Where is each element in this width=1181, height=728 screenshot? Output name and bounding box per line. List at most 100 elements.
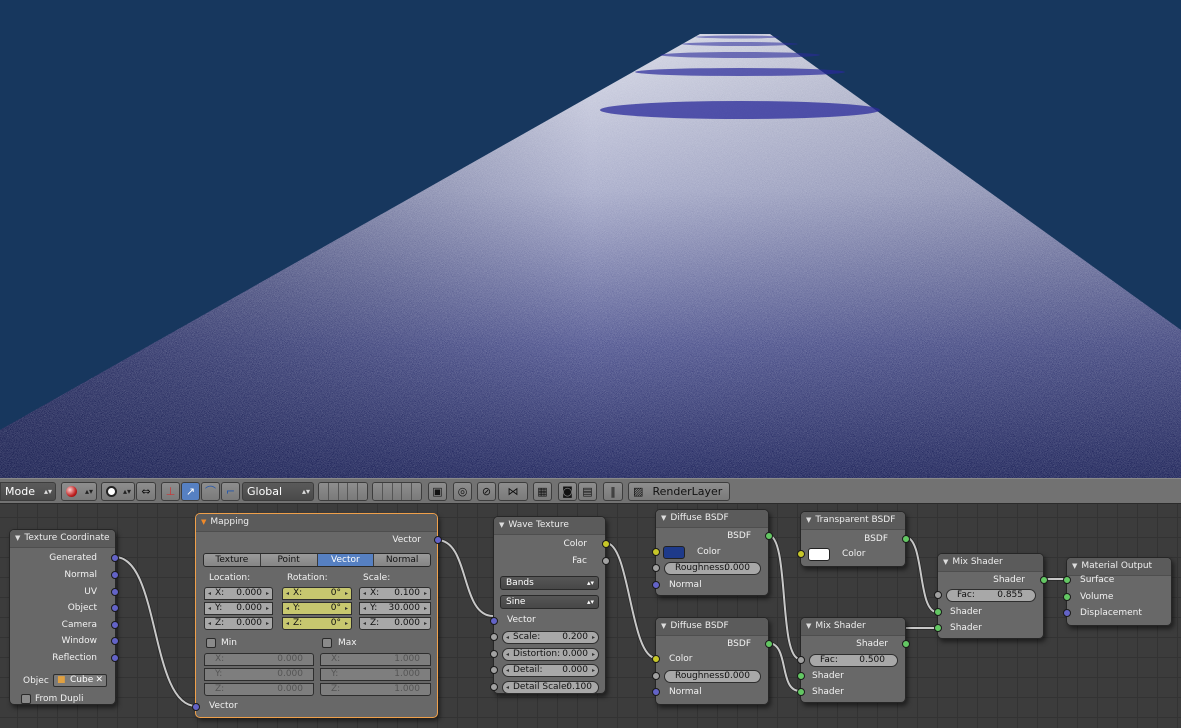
node-transparent-bsdf[interactable]: ▼ Transparent BSDF BSDF Color <box>797 511 910 567</box>
min-y-field[interactable]: Y: 0.000 <box>204 668 314 681</box>
color-swatch[interactable] <box>808 548 830 561</box>
max-y-field[interactable]: Y: 1.000 <box>320 668 431 681</box>
node-header[interactable]: ▼ Wave Texture <box>494 517 605 535</box>
collapse-triangle-icon[interactable]: ▼ <box>201 514 206 531</box>
layer-grid-2[interactable] <box>372 482 422 501</box>
location-y-field[interactable]: ◂ Y: 0.000 ▸ <box>204 602 273 615</box>
socket-generated[interactable] <box>111 554 119 562</box>
lock-layer-button[interactable]: ▣ <box>428 482 447 501</box>
scale-button[interactable]: ⌐ <box>221 482 240 501</box>
node-mix-shader-1[interactable]: ▼ Mix Shader Shader Fac: 0.500 Shader Shad… <box>797 617 910 703</box>
socket-fac-in[interactable] <box>934 591 942 599</box>
roughness-field[interactable]: Roughness: 0.000 <box>664 562 761 575</box>
scale-field[interactable]: ◂ Scale: 0.200 ▸ <box>502 631 599 644</box>
collapse-triangle-icon[interactable]: ▼ <box>1072 558 1077 575</box>
tab-vector[interactable]: Vector <box>317 554 375 566</box>
socket-detail-in[interactable] <box>490 666 498 674</box>
tab-texture[interactable]: Texture <box>204 554 261 566</box>
socket-roughness-in[interactable] <box>652 564 660 572</box>
socket-bsdf-out[interactable] <box>902 535 910 543</box>
collapse-triangle-icon[interactable]: ▼ <box>15 530 20 547</box>
socket-uv[interactable] <box>111 588 119 596</box>
socket-color-in[interactable] <box>652 655 660 663</box>
socket-normal-in[interactable] <box>652 688 660 696</box>
render-layer-select[interactable]: ▨ RenderLayer <box>628 482 730 501</box>
orientation-select[interactable]: Global ▴▾ <box>242 482 314 501</box>
socket-shader-in-1[interactable] <box>797 672 805 680</box>
socket-distortion-in[interactable] <box>490 650 498 658</box>
tab-point[interactable]: Point <box>260 554 318 566</box>
socket-shader-out[interactable] <box>902 640 910 648</box>
rotation-y-field[interactable]: ◂ Y: 0° ▸ <box>282 602 352 615</box>
proportional-edit-button[interactable]: ◎ <box>453 482 472 501</box>
socket-shader-in-2[interactable] <box>934 624 942 632</box>
socket-normal-in[interactable] <box>652 581 660 589</box>
max-checkbox[interactable] <box>322 638 332 648</box>
location-z-field[interactable]: ◂ Z: 0.000 ▸ <box>204 617 273 630</box>
opengl-anim-button[interactable]: ▤ <box>578 482 597 501</box>
min-x-field[interactable]: X: 0.000 <box>204 653 314 666</box>
manipulator-toggle[interactable]: ⇔ <box>136 482 156 501</box>
collapse-triangle-icon[interactable]: ▼ <box>806 512 811 529</box>
object-field[interactable]: ■ Cube ✕ <box>53 674 107 687</box>
socket-fac-in[interactable] <box>797 656 805 664</box>
socket-roughness-in[interactable] <box>652 672 660 680</box>
node-wave-texture[interactable]: ▼ Wave Texture Color Fac Bands ▴▾ Sine ▴▾ V… <box>490 516 610 694</box>
node-header[interactable]: ▼ Mix Shader <box>801 618 905 636</box>
min-z-field[interactable]: Z: 0.000 <box>204 683 314 696</box>
socket-bsdf-out[interactable] <box>765 532 773 540</box>
socket-normal[interactable] <box>111 571 119 579</box>
socket-scale-in[interactable] <box>490 633 498 641</box>
socket-window[interactable] <box>111 637 119 645</box>
viewport-shading-select[interactable]: ▴▾ <box>61 482 97 501</box>
socket-vector-in[interactable] <box>192 703 200 711</box>
mapping-type-tabs[interactable]: Texture Point Vector Normal <box>203 553 431 567</box>
pause-button[interactable]: ‖ <box>603 482 623 501</box>
node-texture-coordinate[interactable]: ▼ Texture Coordinate Generated Normal UV … <box>9 529 119 705</box>
collapse-triangle-icon[interactable]: ▼ <box>499 517 504 534</box>
socket-vector-out[interactable] <box>434 536 442 544</box>
max-z-field[interactable]: Z: 1.000 <box>320 683 431 696</box>
collapse-triangle-icon[interactable]: ▼ <box>806 618 811 635</box>
wave-profile-select[interactable]: Sine ▴▾ <box>500 595 599 609</box>
wave-type-select[interactable]: Bands ▴▾ <box>500 576 599 590</box>
from-dupli-checkbox[interactable] <box>21 694 31 704</box>
socket-shader-out[interactable] <box>1040 576 1048 584</box>
layer-grid-1[interactable] <box>318 482 368 501</box>
min-checkbox[interactable] <box>206 638 216 648</box>
location-x-field[interactable]: ◂ X: 0.000 ▸ <box>204 587 273 600</box>
tab-normal[interactable]: Normal <box>374 554 430 566</box>
node-diffuse-bsdf-1[interactable]: ▼ Diffuse BSDF BSDF Color Roughness: 0.000… <box>652 509 773 596</box>
node-header[interactable]: ▼ Diffuse BSDF <box>656 618 768 636</box>
socket-bsdf-out[interactable] <box>765 640 773 648</box>
rotation-z-field[interactable]: ◂ Z: 0° ▸ <box>282 617 352 630</box>
socket-shader-in-1[interactable] <box>934 608 942 616</box>
socket-color-in[interactable] <box>652 548 660 556</box>
scale-z-field[interactable]: ◂ Z: 0.000 ▸ <box>359 617 431 630</box>
collapse-triangle-icon[interactable]: ▼ <box>661 510 666 527</box>
opengl-render-button[interactable]: ◙ <box>558 482 577 501</box>
socket-volume-in[interactable] <box>1063 593 1071 601</box>
node-header[interactable]: ▼ Diffuse BSDF <box>656 510 768 528</box>
collapse-triangle-icon[interactable]: ▼ <box>943 554 948 571</box>
translate-button[interactable]: ↗ <box>181 482 200 501</box>
socket-object[interactable] <box>111 604 119 612</box>
scale-x-field[interactable]: ◂ X: 0.100 ▸ <box>359 587 431 600</box>
color-swatch[interactable] <box>663 546 685 559</box>
socket-color-out[interactable] <box>602 540 610 548</box>
render-button[interactable]: ▦ <box>533 482 552 501</box>
scale-y-field[interactable]: ◂ Y: 30.000 ▸ <box>359 602 431 615</box>
socket-camera[interactable] <box>111 621 119 629</box>
detail-scale-field[interactable]: ◂ Detail Scale: 0.100 <box>502 681 599 694</box>
snap-button[interactable]: ⊘ <box>477 482 496 501</box>
node-header[interactable]: ▼ Texture Coordinate <box>10 530 115 548</box>
node-header[interactable]: ▼ Mapping <box>196 514 437 532</box>
socket-fac-out[interactable] <box>602 557 610 565</box>
socket-reflection[interactable] <box>111 654 119 662</box>
socket-vector-in[interactable] <box>490 617 498 625</box>
fac-field[interactable]: Fac: 0.500 <box>809 654 898 667</box>
socket-shader-in-2[interactable] <box>797 688 805 696</box>
fac-field[interactable]: Fac: 0.855 <box>946 589 1036 602</box>
pivot-select[interactable]: ▴▾ <box>101 482 135 501</box>
node-diffuse-bsdf-2[interactable]: ▼ Diffuse BSDF BSDF Color Roughness: 0.000… <box>652 617 773 705</box>
